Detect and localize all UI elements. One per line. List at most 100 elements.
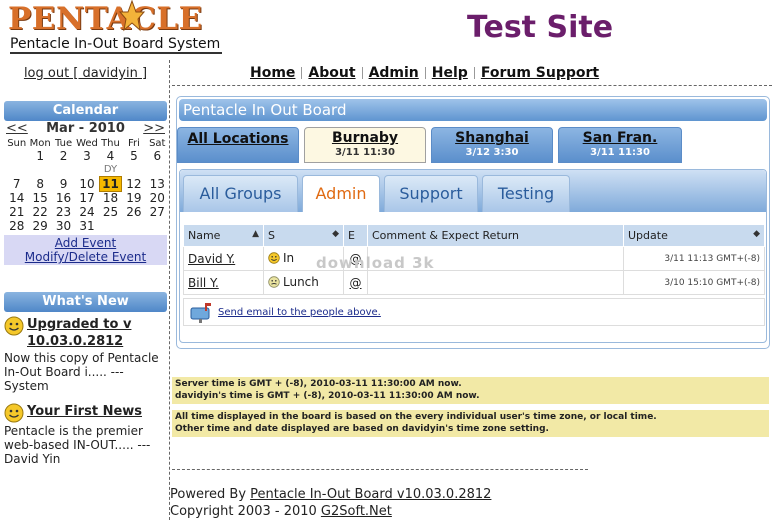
- status-lunch-icon: [268, 275, 280, 288]
- calendar-day[interactable]: 26: [122, 205, 145, 219]
- calendar-day[interactable]: 10: [75, 177, 98, 191]
- location-tabs: All Locations Burnaby 3/11 11:30 Shangha…: [177, 127, 682, 163]
- calendar-next-month-link[interactable]: >>: [143, 121, 165, 137]
- nav-about-link[interactable]: About: [308, 65, 355, 81]
- calendar-day[interactable]: 3: [75, 149, 98, 163]
- calendar-day[interactable]: 22: [28, 205, 51, 219]
- calendar-day[interactable]: 18: [99, 191, 122, 205]
- calendar-day[interactable]: 24: [75, 205, 98, 219]
- sort-icon[interactable]: ◆: [753, 229, 760, 239]
- column-header-status[interactable]: S ◆: [263, 224, 344, 247]
- user-time-text: davidyin's time is GMT + (-8), 2010-03-1…: [175, 391, 480, 401]
- calendar-day[interactable]: 16: [52, 191, 75, 205]
- modify-event-link[interactable]: Modify/Delete Event: [4, 250, 167, 264]
- location-tab-label[interactable]: All Locations: [178, 130, 298, 148]
- news-title-link[interactable]: Your First News: [27, 403, 142, 420]
- weekday-label: Fri: [127, 137, 140, 149]
- calendar-day[interactable]: 27: [146, 205, 169, 219]
- pentacle-star-icon: [119, 0, 145, 32]
- calendar-day[interactable]: 7: [5, 177, 28, 191]
- sort-asc-icon[interactable]: ▲: [252, 229, 259, 239]
- location-tab-label[interactable]: San Fran.: [559, 129, 681, 147]
- calendar-day[interactable]: 6: [146, 149, 169, 163]
- calendar-day[interactable]: 31: [75, 219, 98, 233]
- site-title: Test Site: [467, 10, 614, 45]
- logout-link[interactable]: log out [ davidyin ]: [2, 66, 169, 81]
- news-title-link[interactable]: Upgraded to v 10.03.0.2812: [27, 316, 167, 350]
- location-tab-label[interactable]: Burnaby: [305, 129, 425, 147]
- person-name-link[interactable]: Bill Y.: [188, 276, 219, 290]
- calendar-month-label: Mar - 2010: [46, 121, 125, 136]
- group-tab-testing[interactable]: Testing: [482, 175, 570, 212]
- calendar-day[interactable]: 5: [122, 149, 145, 163]
- calendar-day[interactable]: 21: [5, 205, 28, 219]
- column-header-name[interactable]: Name ▲: [183, 224, 264, 247]
- calendar-day[interactable]: 15: [28, 191, 51, 205]
- location-tab-all[interactable]: All Locations: [177, 127, 299, 163]
- calendar-day[interactable]: 2: [52, 149, 75, 163]
- location-tab-burnaby[interactable]: Burnaby 3/11 11:30: [304, 127, 426, 163]
- calendar-day[interactable]: 30: [52, 219, 75, 233]
- pentacle-logo: PENTACLE Pentacle In-Out Board System: [6, 0, 226, 56]
- time-notice: Server time is GMT + (-8), 2010-03-11 11…: [172, 377, 769, 404]
- calendar-day[interactable]: 23: [52, 205, 75, 219]
- group-tab-admin[interactable]: Admin: [302, 175, 380, 212]
- calendar-day[interactable]: 29: [28, 219, 51, 233]
- calendar-day[interactable]: 13: [146, 177, 169, 191]
- calendar-prev-month-link[interactable]: <<: [6, 121, 28, 137]
- nav-admin-link[interactable]: Admin: [369, 65, 419, 81]
- location-time: 3/11 11:30: [335, 147, 395, 158]
- calendar-day[interactable]: 28: [5, 219, 28, 233]
- calendar-day[interactable]: 25: [99, 205, 122, 219]
- news-body: Pentacle is the premier web-based IN-OUT…: [4, 424, 151, 466]
- today-number[interactable]: 11: [99, 176, 122, 192]
- calendar-day[interactable]: 8: [28, 177, 51, 191]
- comment-cell: [367, 270, 624, 295]
- footer: Powered By Pentacle In-Out Board v10.03.…: [170, 486, 491, 520]
- sort-icon[interactable]: ◆: [332, 229, 339, 239]
- nav-home-link[interactable]: Home: [250, 65, 295, 81]
- nav-help-link[interactable]: Help: [432, 65, 468, 81]
- calendar-grid: Sun Mon Tue Wed Thu Fri Sat 1 2 3 4 5 6: [5, 137, 169, 234]
- company-link[interactable]: G2Soft.Net: [321, 504, 392, 519]
- calendar-day[interactable]: 1: [28, 149, 51, 163]
- location-tab-shanghai[interactable]: Shanghai 3/12 3:30: [431, 127, 553, 163]
- nav-divider: [361, 67, 363, 79]
- calendar-day[interactable]: 19: [122, 191, 145, 205]
- location-tab-san-fran[interactable]: San Fran. 3/11 11:30: [558, 127, 682, 163]
- calendar-header: Calendar: [4, 101, 167, 121]
- column-header-update[interactable]: Update ◆: [623, 224, 765, 247]
- calendar-day[interactable]: 4: [99, 149, 122, 163]
- calendar-day[interactable]: 14: [5, 191, 28, 205]
- smiley-icon: [4, 316, 24, 336]
- status-in-icon: [268, 251, 280, 264]
- calendar-day[interactable]: 20: [146, 191, 169, 205]
- update-time: 3/11 11:13 GMT+(-8): [623, 246, 765, 271]
- column-header-comment: Comment & Expect Return: [367, 224, 624, 247]
- weekday-label: Sat: [149, 137, 166, 149]
- group-tabs: All Groups Admin Support Testing: [180, 170, 766, 212]
- nav-divider: [424, 67, 426, 79]
- group-tab-support[interactable]: Support: [384, 175, 478, 212]
- product-link[interactable]: Pentacle In-Out Board v10.03.0.2812: [250, 487, 491, 502]
- timezone-notice: All time displayed in the board is based…: [172, 410, 769, 437]
- user-event-marker: DY: [103, 164, 118, 175]
- group-tab-all-groups[interactable]: All Groups: [183, 175, 298, 212]
- table-row: Bill Y. Lunch @ 3/10 15:10 GMT+(-8): [183, 270, 765, 295]
- calendar-event-links: Add Event Modify/Delete Event: [4, 235, 167, 265]
- calendar-nav: << Mar - 2010 >>: [2, 121, 169, 137]
- person-name-link[interactable]: David Y.: [188, 252, 235, 266]
- brand-wordmark: PENTACLE: [8, 1, 203, 37]
- add-event-link[interactable]: Add Event: [4, 236, 167, 250]
- weekday-label: Tue: [55, 137, 73, 149]
- calendar-day[interactable]: 9: [52, 177, 75, 191]
- column-header-email: E: [343, 224, 368, 247]
- brand-tagline: Pentacle In-Out Board System: [10, 36, 223, 54]
- email-link[interactable]: @: [350, 276, 362, 290]
- send-email-link[interactable]: Send email to the people above.: [218, 307, 381, 318]
- location-tab-label[interactable]: Shanghai: [432, 129, 552, 147]
- calendar-day-today[interactable]: 11: [99, 176, 122, 192]
- nav-forum-support-link[interactable]: Forum Support: [481, 65, 599, 81]
- calendar-day[interactable]: 17: [75, 191, 98, 205]
- calendar-day[interactable]: 12: [122, 177, 145, 191]
